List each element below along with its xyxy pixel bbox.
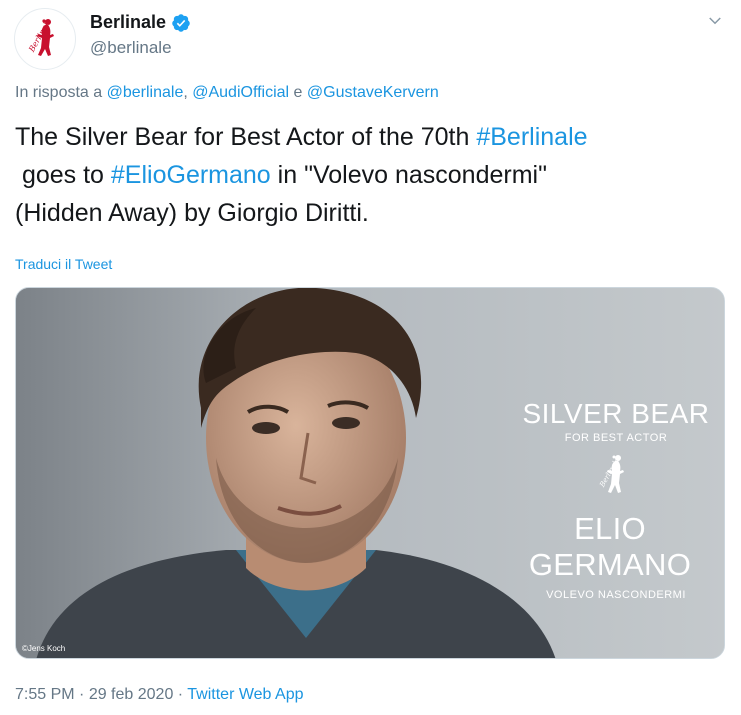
actor-name: ELIO GERMANO [528, 511, 692, 582]
chevron-down-icon[interactable] [706, 12, 724, 30]
meta-separator: · [74, 686, 89, 703]
meta-separator: · [173, 686, 188, 703]
tweet-text-part: in "Volevo nascondermi" [270, 161, 547, 189]
mention-audiofficial[interactable]: @AudiOfficial [192, 84, 289, 101]
film-title: VOLEVO NASCONDERMI [546, 589, 686, 601]
award-subtitle: FOR BEST ACTOR [564, 432, 668, 444]
reply-prefix: In risposta a [15, 84, 107, 101]
tweet-text: The Silver Bear for Best Actor of the 70… [15, 118, 727, 232]
tweet-text-part: (Hidden Away) by Giorgio Diritti. [15, 199, 369, 227]
tweet-time[interactable]: 7:55 PM [15, 686, 75, 703]
mention-gustavekervern[interactable]: @GustaveKervern [307, 84, 439, 101]
hashtag-eliogermano[interactable]: #ElioGermano [111, 161, 271, 189]
tweet-media-image[interactable]: SILVER BEAR FOR BEST ACTOR Berlinale ELI… [15, 287, 725, 659]
translate-tweet-link[interactable]: Traduci il Tweet [15, 256, 112, 272]
mention-berlinale[interactable]: @berlinale [107, 84, 184, 101]
award-overlay: SILVER BEAR FOR BEST ACTOR Berlinale ELI… [506, 398, 724, 601]
bear-logo-icon: Berlinale [598, 455, 624, 493]
tweet-line: goes to #ElioGermano in "Volevo nasconde… [15, 156, 727, 194]
reply-to-line: In risposta a @berlinale, @AudiOfficial … [15, 84, 439, 102]
tweet-line: The Silver Bear for Best Actor of the 70… [15, 118, 727, 156]
avatar[interactable]: Berlinale [14, 8, 76, 70]
award-title: SILVER BEAR [522, 398, 710, 429]
author-name-row[interactable]: Berlinale [90, 12, 191, 33]
berlinale-logo-icon: Berlinale [27, 17, 54, 56]
tweet-text-part: The Silver Bear for Best Actor of the 70… [15, 123, 477, 151]
reply-separator: e [289, 84, 307, 101]
display-name[interactable]: Berlinale [90, 12, 166, 33]
tweet-date[interactable]: 29 feb 2020 [89, 686, 174, 703]
reply-separator: , [183, 84, 193, 101]
author-handle[interactable]: @berlinale [90, 38, 172, 58]
photo-credit: ©Jens Koch [22, 644, 66, 653]
tweet-text-part: goes to [15, 161, 111, 189]
tweet-meta: 7:55 PM · 29 feb 2020 · Twitter Web App [15, 686, 303, 704]
source-app-link[interactable]: Twitter Web App [187, 686, 303, 703]
hashtag-berlinale[interactable]: #Berlinale [476, 123, 587, 151]
verified-badge-icon [172, 13, 190, 32]
tweet-line: (Hidden Away) by Giorgio Diritti. [15, 194, 727, 232]
